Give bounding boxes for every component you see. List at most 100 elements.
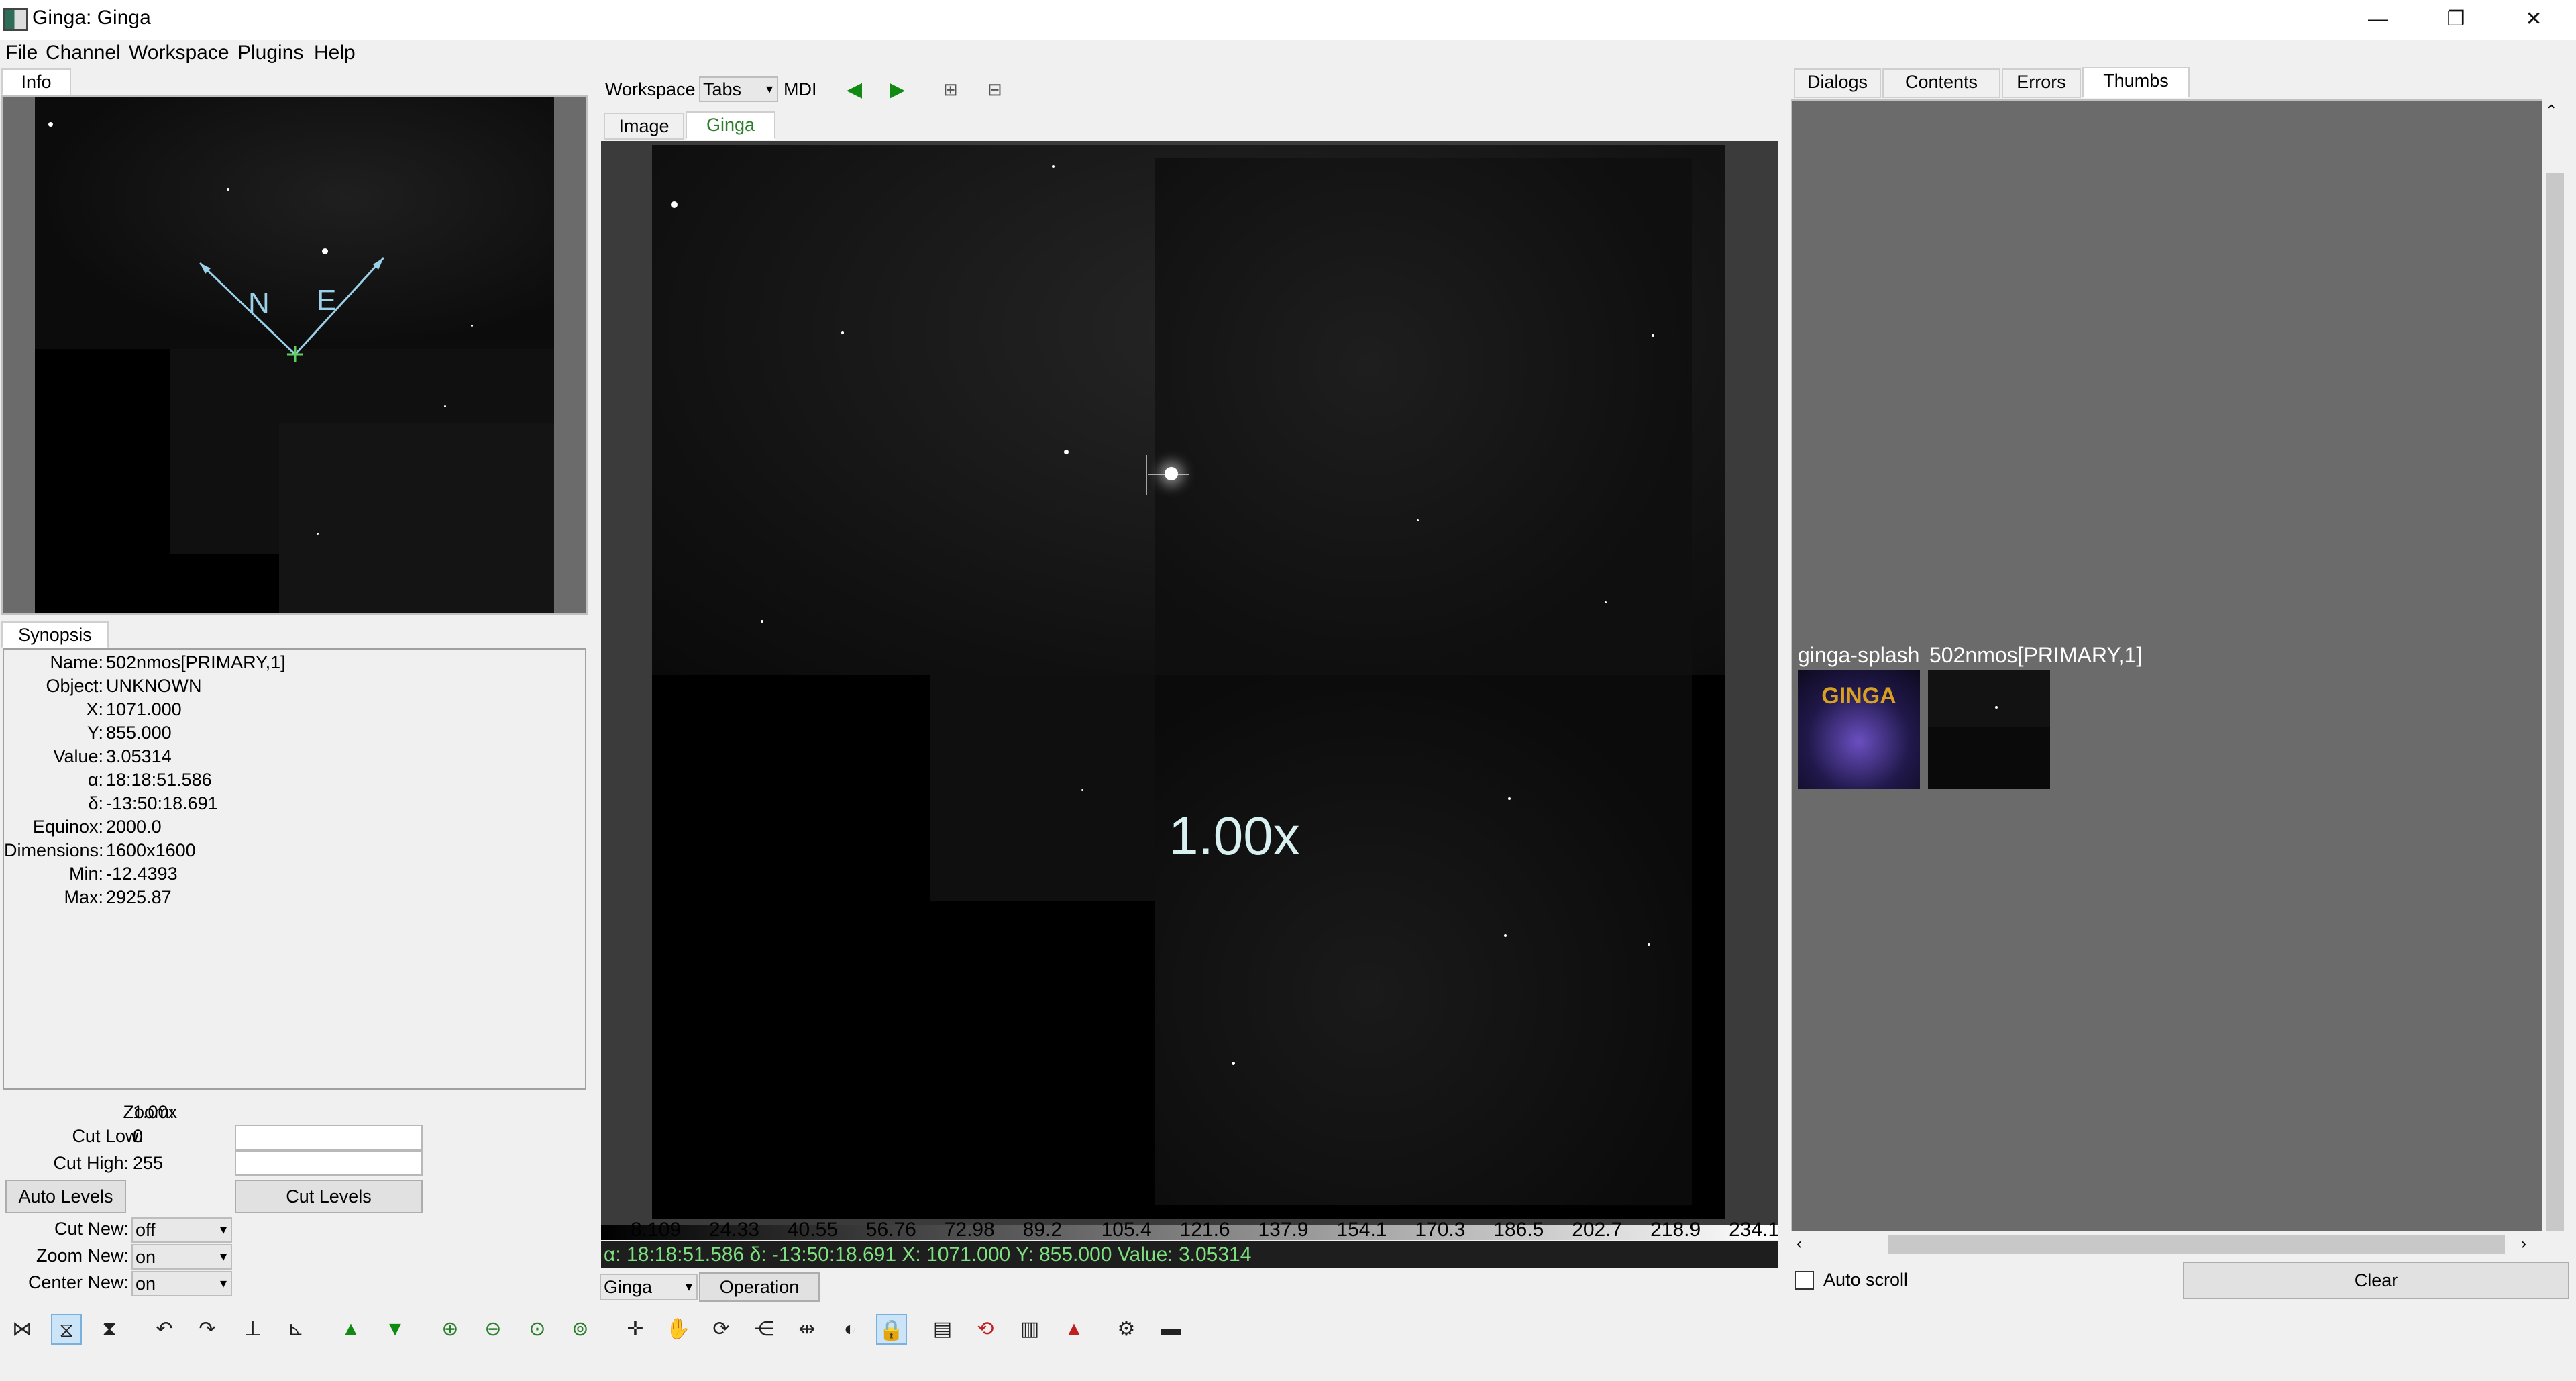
cut-new-label: Cut New: [54, 1219, 129, 1239]
tab-ginga[interactable]: Ginga [686, 111, 775, 140]
menu-workspace[interactable]: Workspace [129, 42, 229, 64]
cut-high-input[interactable] [235, 1150, 423, 1176]
settings-icon[interactable]: ⚙ [1111, 1314, 1142, 1345]
orient-lh-icon[interactable]: ⊥ [237, 1314, 268, 1345]
auto-scroll-checkbox[interactable] [1795, 1271, 1814, 1290]
lock-icon[interactable]: 🔒 [876, 1314, 907, 1345]
cut-levels-button[interactable]: Cut Levels [235, 1180, 423, 1213]
tab-dialogs[interactable]: Dialogs [1794, 68, 1881, 98]
pan-thumbnail[interactable]: N E [35, 97, 554, 613]
dist-mode-icon[interactable]: ⋲ [749, 1314, 780, 1345]
reset-rotation-icon[interactable]: ▥ [1014, 1314, 1045, 1345]
synopsis-value: UNKNOWN [106, 676, 202, 696]
rotate-cw-icon[interactable]: ↷ [192, 1314, 223, 1345]
menu-help[interactable]: Help [314, 42, 356, 64]
cut-low-input[interactable] [235, 1125, 423, 1150]
colorbar-tick-label: 186.5 [1493, 1220, 1544, 1241]
scroll-right-icon[interactable]: › [2521, 1235, 2526, 1254]
save-icon[interactable]: ▬ [1155, 1314, 1186, 1345]
colorbar-tick-label: 234.1 [1729, 1220, 1778, 1241]
clear-button[interactable]: Clear [2183, 1262, 2569, 1299]
coordinate-readout: α: 18:18:51.586 δ: -13:50:18.691 X: 1071… [601, 1241, 1778, 1268]
pan-mode-icon[interactable]: ✛ [620, 1314, 651, 1345]
center-new-label: Center New: [28, 1272, 129, 1292]
cut-low-label: Cut Low: [72, 1126, 144, 1146]
image-viewer[interactable]: 1.00x [601, 141, 1778, 1225]
thumbs-hscrollbar[interactable]: ‹ › [1791, 1231, 2569, 1258]
cmap-icon[interactable]: ▤ [927, 1314, 958, 1345]
tab-info[interactable]: Info [1, 68, 71, 95]
vscroll-thumb[interactable] [2546, 173, 2564, 1240]
menu-file[interactable]: File [5, 42, 38, 64]
tab-errors[interactable]: Errors [2002, 68, 2081, 98]
synopsis-label: Max: [64, 887, 103, 907]
synopsis-value: 2925.87 [106, 887, 172, 907]
synopsis-value: 3.05314 [106, 746, 172, 766]
colorbar-tick-label: 56.76 [865, 1220, 916, 1241]
next-workspace-icon[interactable]: ▶ [890, 78, 905, 101]
reset-contrast-icon[interactable]: ⟲ [970, 1314, 1001, 1345]
synopsis-value: 1600x1600 [106, 840, 196, 860]
close-button[interactable]: ✕ [2497, 3, 2571, 36]
ginga-app-icon [3, 8, 28, 31]
zoom-fit-icon[interactable]: ⊚ [565, 1314, 596, 1345]
tab-thumbs[interactable]: Thumbs [2082, 67, 2190, 98]
free-pan-icon[interactable]: ✋ [663, 1314, 694, 1345]
synopsis-label: α: [87, 770, 103, 790]
zoom-out-icon[interactable]: ⊖ [478, 1314, 508, 1345]
tab-image[interactable]: Image [604, 113, 684, 140]
menu-plugins[interactable]: Plugins [237, 42, 303, 64]
next-image-icon[interactable]: ▼ [380, 1314, 411, 1345]
synopsis-value: -12.4393 [106, 864, 178, 884]
rotate-ccw-icon[interactable]: ↶ [149, 1314, 180, 1345]
cut-mode-icon[interactable]: ◐ [835, 1314, 865, 1345]
zoom-in-icon[interactable]: ⊕ [435, 1314, 466, 1345]
synopsis-value: 1071.000 [106, 699, 182, 719]
colorbar-tick-label: 202.7 [1572, 1220, 1623, 1241]
colorbar-tick-label: 154.1 [1336, 1220, 1387, 1241]
zoom-1to1-icon[interactable]: ⊙ [522, 1314, 553, 1345]
synopsis-value: 2000.0 [106, 817, 162, 837]
title-bar [0, 0, 2576, 40]
thumb-502nmos[interactable] [1928, 670, 2050, 789]
prev-workspace-icon[interactable]: ◀ [847, 78, 862, 101]
swap-xy-icon[interactable]: ⧗ [94, 1314, 125, 1345]
restore-button[interactable]: ❐ [2419, 3, 2493, 36]
synopsis-label: Min: [68, 864, 103, 884]
scroll-left-icon[interactable]: ‹ [1796, 1235, 1802, 1254]
auto-levels-button[interactable]: Auto Levels [5, 1180, 126, 1213]
operation-button[interactable]: Operation [699, 1272, 820, 1302]
add-workspace-icon[interactable]: ⊞ [943, 79, 958, 100]
mdi-label: MDI [784, 79, 817, 99]
colorbar-tick-label: 89.2 [1022, 1220, 1063, 1241]
synopsis-label: Object: [46, 676, 103, 696]
workspace-mode-select[interactable]: Tabs [699, 76, 778, 102]
reset-cmap-icon[interactable]: ▲ [1059, 1314, 1089, 1345]
zoom-new-select[interactable]: on [131, 1244, 232, 1270]
synopsis-value: 502nmos[PRIMARY,1] [106, 652, 286, 672]
menu-channel[interactable]: Channel [46, 42, 121, 64]
flip-y-icon[interactable]: ⧖ [51, 1314, 82, 1345]
fits-image[interactable]: 1.00x [652, 145, 1725, 1219]
channel-select[interactable]: Ginga [600, 1274, 698, 1300]
center-new-select[interactable]: on [131, 1271, 232, 1296]
colorbar-tick-label: 137.9 [1258, 1220, 1309, 1241]
tab-synopsis[interactable]: Synopsis [1, 621, 109, 648]
synopsis-label: Name: [50, 652, 103, 672]
hscroll-thumb[interactable] [1888, 1235, 2505, 1254]
rotate-mode-icon[interactable]: ⟳ [706, 1314, 737, 1345]
contrast-mode-icon[interactable]: ⇹ [792, 1314, 822, 1345]
scroll-up-icon[interactable]: ⌃ [2545, 102, 2557, 119]
colorbar-tick-label: 8.109 [631, 1220, 682, 1241]
compass-overlay: N E [199, 256, 385, 362]
del-workspace-icon[interactable]: ⊟ [987, 79, 1002, 100]
prev-image-icon[interactable]: ▲ [335, 1314, 366, 1345]
orient-rh-icon[interactable]: ⊾ [280, 1314, 311, 1345]
minimize-button[interactable]: — [2341, 3, 2415, 36]
thumbs-vscrollbar[interactable]: ⌃ [2542, 99, 2568, 1240]
workspace-label: Workspace [605, 79, 696, 99]
thumb-splash[interactable]: GINGA [1798, 670, 1920, 789]
cut-new-select[interactable]: off [131, 1217, 232, 1243]
tab-contents[interactable]: Contents [1882, 68, 2000, 98]
flip-x-icon[interactable]: ⋈ [7, 1314, 38, 1345]
